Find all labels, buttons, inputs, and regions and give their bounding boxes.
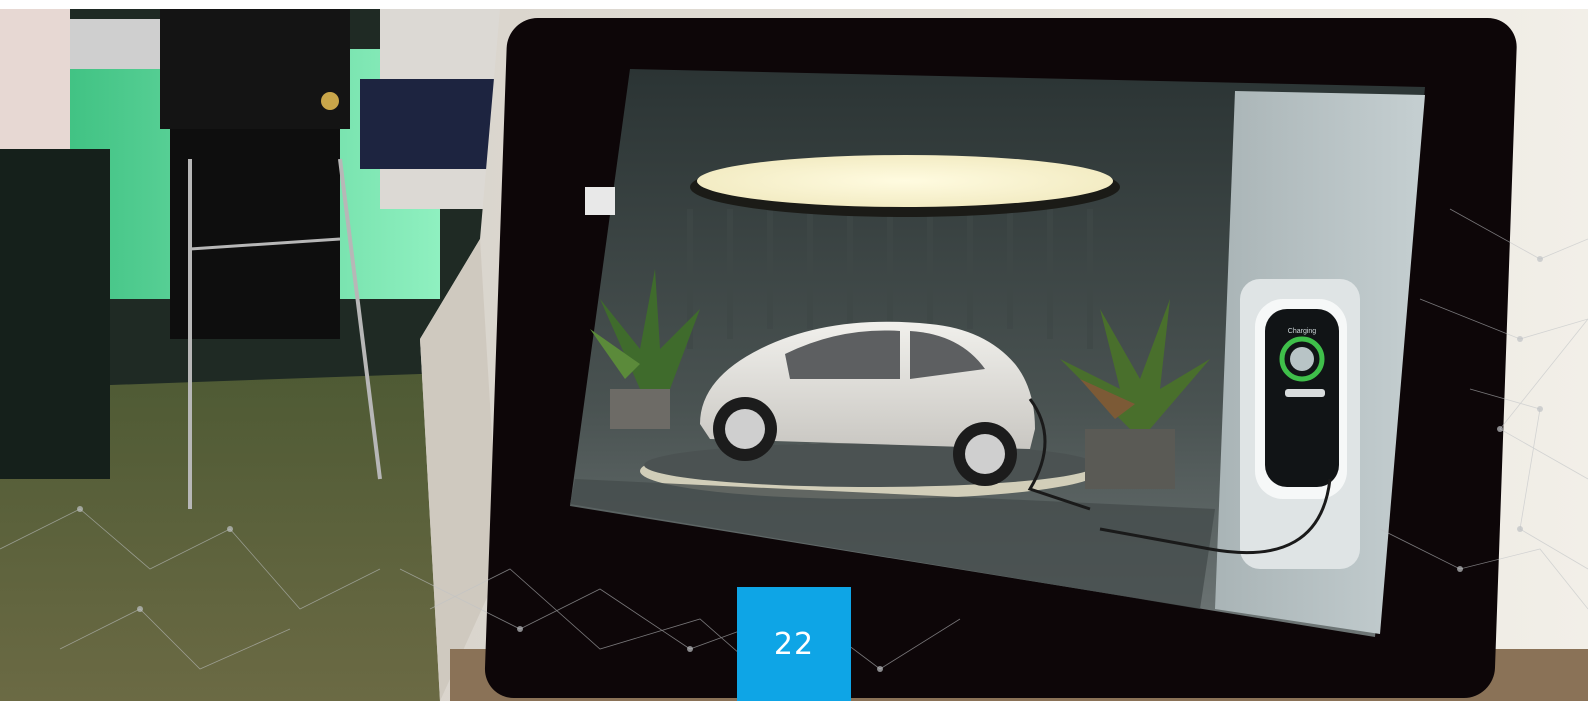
page: Charging 22	[0, 0, 1588, 701]
station-screen-label: Charging	[1288, 328, 1317, 335]
page-number-badge: 22	[737, 587, 851, 701]
page-number: 22	[773, 626, 815, 662]
ceiling-lamp-icon	[690, 155, 1120, 217]
